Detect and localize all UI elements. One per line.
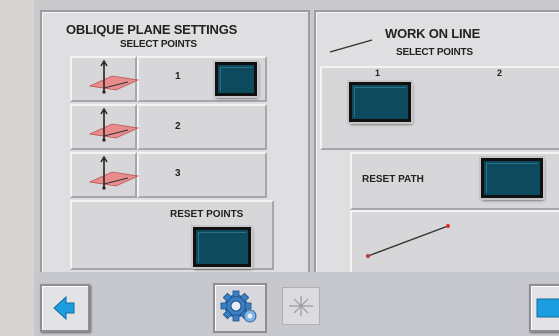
left-arrow-icon (53, 295, 75, 321)
reset-path-label: RESET PATH (362, 174, 424, 185)
oblique-select-points-label: SELECT POINTS (120, 39, 197, 50)
point-number-2: 2 (175, 121, 181, 132)
oblique-plane-panel: OBLIQUE PLANE SETTINGS SELECT POINTS (40, 10, 310, 276)
work-select-points-label: SELECT POINTS (396, 47, 473, 58)
oblique-plane-title: OBLIQUE PLANE SETTINGS (66, 22, 238, 37)
point-row-3-right (137, 152, 267, 198)
forward-button[interactable] (529, 284, 559, 332)
back-button[interactable] (40, 284, 90, 332)
line-icon (329, 39, 373, 53)
point-number-3: 3 (175, 168, 181, 179)
settings-button[interactable] (213, 283, 267, 333)
point-row-2-right (137, 104, 267, 150)
right-arrow-icon (536, 298, 559, 318)
line-point-2-label: 2 (497, 68, 503, 78)
line-point-1-label: 1 (375, 68, 381, 78)
plane-axis-icon (88, 59, 140, 94)
plane-axis-icon (88, 107, 140, 142)
work-on-line-title: WORK ON LINE (385, 26, 481, 41)
asterisk-icon (289, 296, 313, 316)
reset-path-button[interactable] (481, 158, 543, 198)
gear-icon (220, 290, 257, 323)
point-number-1: 1 (175, 71, 181, 82)
select-point-1-button[interactable] (215, 62, 257, 96)
line-preview-icon (366, 224, 450, 258)
select-line-point-1-button[interactable] (349, 82, 411, 122)
plane-axis-icon (88, 155, 140, 190)
asterisk-button[interactable] (282, 287, 320, 325)
reset-points-button[interactable] (193, 227, 251, 267)
reset-points-label: RESET POINTS (170, 209, 244, 220)
